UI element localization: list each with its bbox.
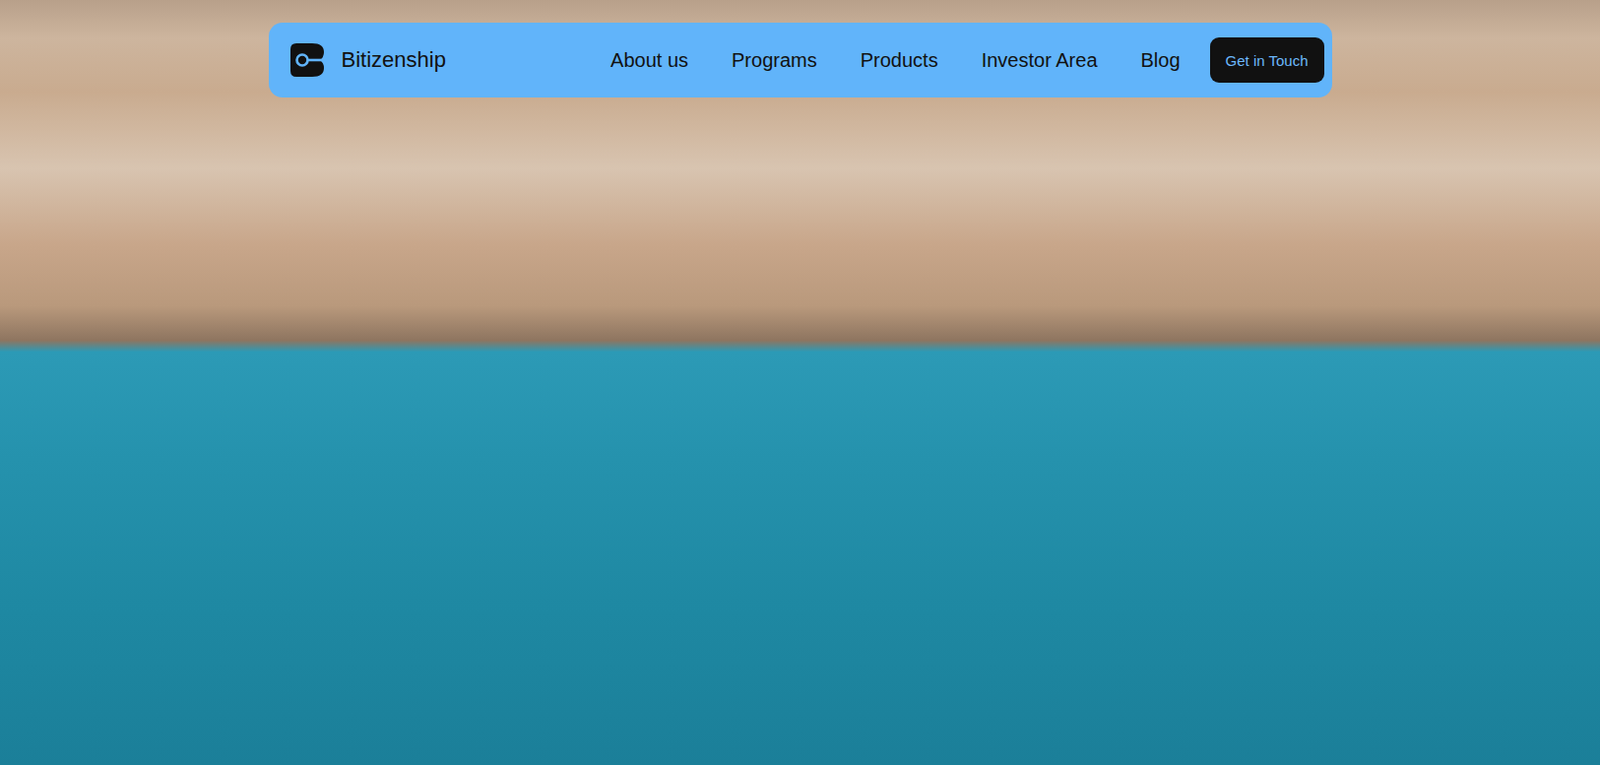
hero-section: Bitizenship About us Programs Products Inves… (0, 0, 1600, 765)
navbar: Bitizenship About us Programs Products Inves… (268, 22, 1333, 98)
logo-icon (290, 43, 324, 77)
brand-link[interactable]: Bitizenship (290, 43, 447, 77)
nav-link[interactable]: Products (860, 49, 939, 72)
nav-link[interactable]: About us (610, 49, 689, 72)
brand-name: Bitizenship (341, 47, 447, 73)
nav-link[interactable]: Investor Area (981, 49, 1098, 72)
hero-photo (0, 0, 1600, 765)
get-in-touch-button[interactable]: Get in Touch (1210, 37, 1325, 83)
nav-link[interactable]: Programs (731, 49, 818, 72)
nav-link[interactable]: Blog (1141, 49, 1181, 72)
nav-links: About us Programs Products Investor Area Blo… (610, 49, 1180, 72)
